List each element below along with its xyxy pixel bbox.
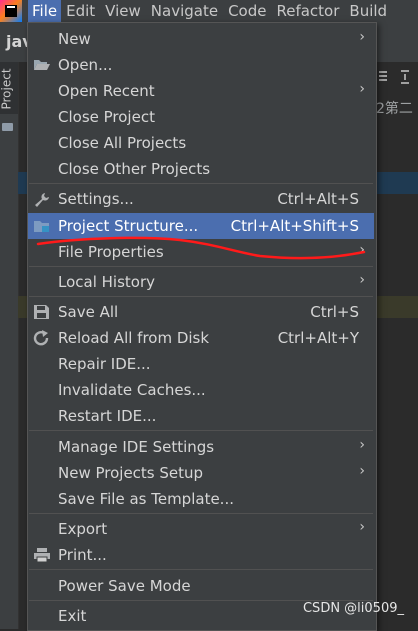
menu-item-manage-ide-settings[interactable]: Manage IDE Settings › — [28, 434, 374, 460]
chevron-right-icon: › — [359, 437, 365, 453]
folder-open-icon — [34, 60, 50, 70]
menu-separator — [29, 183, 373, 184]
chevron-right-icon: › — [359, 81, 365, 97]
menu-item-power-save-mode[interactable]: Power Save Mode — [28, 573, 374, 599]
menu-item-save-all[interactable]: Save All Ctrl+S — [28, 299, 374, 325]
background-text: 2第二 — [376, 101, 413, 117]
folder-icon — [2, 123, 13, 131]
intellij-logo-icon — [0, 0, 22, 22]
menu-build[interactable]: Build — [344, 0, 392, 22]
menu-file[interactable]: File — [28, 0, 62, 22]
menu-item-print[interactable]: Print... — [28, 542, 374, 568]
chevron-right-icon: › — [359, 463, 365, 479]
menu-separator — [29, 569, 373, 570]
menu-item-settings[interactable]: Settings... Ctrl+Alt+S — [28, 186, 374, 212]
menu-separator — [29, 430, 373, 431]
menu-code[interactable]: Code — [223, 0, 271, 22]
menu-item-invalidate-caches[interactable]: Invalidate Caches... — [28, 377, 374, 403]
collapse-icon[interactable] — [375, 66, 418, 88]
chevron-right-icon: › — [359, 29, 365, 45]
print-icon — [34, 548, 50, 563]
menu-item-project-structure[interactable]: Project Structure... Ctrl+Alt+Shift+S — [28, 213, 374, 239]
reload-icon — [33, 330, 49, 346]
wrench-icon — [35, 193, 49, 207]
menu-edit[interactable]: Edit — [61, 0, 100, 22]
chevron-right-icon: › — [359, 242, 365, 258]
menu-navigate[interactable]: Navigate — [146, 0, 223, 22]
chevron-right-icon: › — [359, 272, 365, 288]
main-menubar: File Edit View Navigate Code Refactor Bu… — [0, 0, 418, 22]
menu-separator — [29, 266, 373, 267]
project-tool-label: Project — [0, 68, 14, 110]
menu-item-reload-all[interactable]: Reload All from Disk Ctrl+Alt+Y — [28, 325, 374, 351]
menu-item-save-as-template[interactable]: Save File as Template... — [28, 486, 374, 512]
menu-item-open[interactable]: Open... — [28, 52, 374, 78]
menu-separator — [29, 513, 373, 514]
project-structure-icon — [34, 221, 49, 232]
menu-item-close-all-projects[interactable]: Close All Projects — [28, 130, 374, 156]
menu-view[interactable]: View — [100, 0, 146, 22]
menu-item-new[interactable]: New › — [28, 26, 374, 52]
menu-refactor[interactable]: Refactor — [271, 0, 344, 22]
menu-item-restart-ide[interactable]: Restart IDE... — [28, 403, 374, 429]
menu-item-open-recent[interactable]: Open Recent › — [28, 78, 374, 104]
csdn-watermark: CSDN @li0509_ — [302, 601, 404, 616]
chevron-right-icon: › — [359, 519, 365, 535]
menu-item-repair-ide[interactable]: Repair IDE... — [28, 351, 374, 377]
left-tool-strip — [0, 62, 19, 629]
file-menu-dropdown: New › Open... Open Recent › Close Projec… — [27, 22, 377, 631]
menu-item-local-history[interactable]: Local History › — [28, 269, 374, 295]
save-icon — [34, 305, 49, 319]
menu-item-file-properties[interactable]: File Properties › — [28, 239, 374, 265]
menu-item-close-other-projects[interactable]: Close Other Projects — [28, 156, 374, 182]
menu-item-export[interactable]: Export › — [28, 516, 374, 542]
menu-separator — [29, 296, 373, 297]
menu-item-new-projects-setup[interactable]: New Projects Setup › — [28, 460, 374, 486]
toolbar-icons — [375, 66, 418, 88]
menu-item-close-project[interactable]: Close Project — [28, 104, 374, 130]
